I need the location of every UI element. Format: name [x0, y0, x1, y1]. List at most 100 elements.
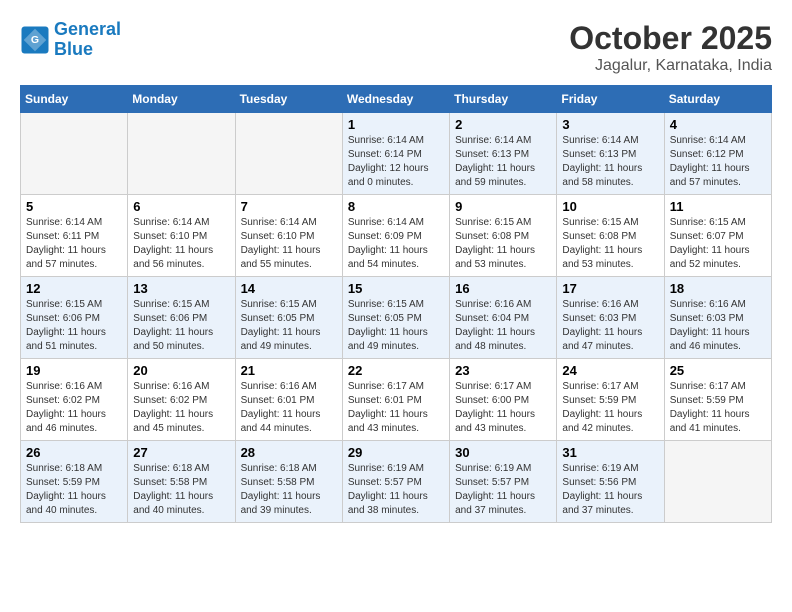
day-info: Sunrise: 6:14 AM Sunset: 6:09 PM Dayligh… — [348, 216, 444, 272]
calendar-cell: 23 Sunrise: 6:17 AM Sunset: 6:00 PM Dayli… — [450, 359, 557, 441]
calendar-cell: 30 Sunrise: 6:19 AM Sunset: 5:57 PM Dayli… — [450, 441, 557, 523]
day-number: 20 — [133, 363, 229, 378]
day-number: 29 — [348, 445, 444, 460]
calendar-week-row: 26 Sunrise: 6:18 AM Sunset: 5:59 PM Dayli… — [21, 441, 772, 523]
weekday-header: Monday — [128, 86, 235, 113]
day-info: Sunrise: 6:16 AM Sunset: 6:03 PM Dayligh… — [562, 298, 658, 354]
day-number: 12 — [26, 281, 122, 296]
day-number: 22 — [348, 363, 444, 378]
logo-text: General Blue — [54, 20, 121, 60]
day-number: 13 — [133, 281, 229, 296]
day-info: Sunrise: 6:16 AM Sunset: 6:02 PM Dayligh… — [26, 380, 122, 436]
day-info: Sunrise: 6:15 AM Sunset: 6:05 PM Dayligh… — [241, 298, 337, 354]
calendar-cell: 14 Sunrise: 6:15 AM Sunset: 6:05 PM Dayli… — [235, 277, 342, 359]
calendar-cell: 25Sunrise: 6:17 AM Sunset: 5:59 PM Dayli… — [664, 359, 771, 441]
month-title: October 2025 — [569, 20, 772, 57]
calendar-cell — [21, 113, 128, 195]
day-info: Sunrise: 6:15 AM Sunset: 6:08 PM Dayligh… — [562, 216, 658, 272]
day-number: 31 — [562, 445, 658, 460]
day-number: 5 — [26, 199, 122, 214]
calendar-cell: 5 Sunrise: 6:14 AM Sunset: 6:11 PM Daylig… — [21, 195, 128, 277]
day-info: Sunrise: 6:14 AM Sunset: 6:12 PM Dayligh… — [670, 134, 766, 190]
day-info: Sunrise: 6:18 AM Sunset: 5:58 PM Dayligh… — [133, 462, 229, 518]
day-info: Sunrise: 6:15 AM Sunset: 6:08 PM Dayligh… — [455, 216, 551, 272]
calendar-cell: 31Sunrise: 6:19 AM Sunset: 5:56 PM Dayli… — [557, 441, 664, 523]
day-info: Sunrise: 6:15 AM Sunset: 6:06 PM Dayligh… — [133, 298, 229, 354]
day-info: Sunrise: 6:16 AM Sunset: 6:02 PM Dayligh… — [133, 380, 229, 436]
day-info: Sunrise: 6:17 AM Sunset: 6:00 PM Dayligh… — [455, 380, 551, 436]
svg-text:G: G — [31, 34, 39, 46]
day-number: 10 — [562, 199, 658, 214]
day-info: Sunrise: 6:16 AM Sunset: 6:03 PM Dayligh… — [670, 298, 766, 354]
day-number: 30 — [455, 445, 551, 460]
calendar-week-row: 12 Sunrise: 6:15 AM Sunset: 6:06 PM Dayli… — [21, 277, 772, 359]
calendar-cell: 3 Sunrise: 6:14 AM Sunset: 6:13 PM Daylig… — [557, 113, 664, 195]
calendar-cell — [235, 113, 342, 195]
calendar-cell: 16 Sunrise: 6:16 AM Sunset: 6:04 PM Dayli… — [450, 277, 557, 359]
day-info: Sunrise: 6:15 AM Sunset: 6:07 PM Dayligh… — [670, 216, 766, 272]
day-number: 8 — [348, 199, 444, 214]
day-number: 3 — [562, 117, 658, 132]
calendar-cell: 9Sunrise: 6:15 AM Sunset: 6:08 PM Daylig… — [450, 195, 557, 277]
calendar-week-row: 5 Sunrise: 6:14 AM Sunset: 6:11 PM Daylig… — [21, 195, 772, 277]
day-number: 23 — [455, 363, 551, 378]
day-info: Sunrise: 6:17 AM Sunset: 5:59 PM Dayligh… — [670, 380, 766, 436]
day-number: 24 — [562, 363, 658, 378]
day-info: Sunrise: 6:14 AM Sunset: 6:11 PM Dayligh… — [26, 216, 122, 272]
calendar-week-row: 19 Sunrise: 6:16 AM Sunset: 6:02 PM Dayli… — [21, 359, 772, 441]
calendar-cell: 28 Sunrise: 6:18 AM Sunset: 5:58 PM Dayli… — [235, 441, 342, 523]
day-info: Sunrise: 6:19 AM Sunset: 5:57 PM Dayligh… — [455, 462, 551, 518]
day-info: Sunrise: 6:18 AM Sunset: 5:59 PM Dayligh… — [26, 462, 122, 518]
calendar-cell: 10 Sunrise: 6:15 AM Sunset: 6:08 PM Dayli… — [557, 195, 664, 277]
day-info: Sunrise: 6:14 AM Sunset: 6:10 PM Dayligh… — [133, 216, 229, 272]
day-number: 4 — [670, 117, 766, 132]
calendar-cell: 12 Sunrise: 6:15 AM Sunset: 6:06 PM Dayli… — [21, 277, 128, 359]
day-info: Sunrise: 6:14 AM Sunset: 6:13 PM Dayligh… — [562, 134, 658, 190]
day-info: Sunrise: 6:15 AM Sunset: 6:06 PM Dayligh… — [26, 298, 122, 354]
day-number: 16 — [455, 281, 551, 296]
day-info: Sunrise: 6:17 AM Sunset: 6:01 PM Dayligh… — [348, 380, 444, 436]
weekday-header: Sunday — [21, 86, 128, 113]
calendar-cell: 22 Sunrise: 6:17 AM Sunset: 6:01 PM Dayli… — [342, 359, 449, 441]
day-info: Sunrise: 6:14 AM Sunset: 6:14 PM Dayligh… — [348, 134, 444, 190]
calendar-cell: 4 Sunrise: 6:14 AM Sunset: 6:12 PM Daylig… — [664, 113, 771, 195]
calendar-cell: 20 Sunrise: 6:16 AM Sunset: 6:02 PM Dayli… — [128, 359, 235, 441]
calendar-cell: 27Sunrise: 6:18 AM Sunset: 5:58 PM Dayli… — [128, 441, 235, 523]
weekday-header: Wednesday — [342, 86, 449, 113]
day-number: 19 — [26, 363, 122, 378]
day-number: 21 — [241, 363, 337, 378]
day-number: 2 — [455, 117, 551, 132]
day-number: 6 — [133, 199, 229, 214]
calendar-cell: 21 Sunrise: 6:16 AM Sunset: 6:01 PM Dayli… — [235, 359, 342, 441]
weekday-header: Tuesday — [235, 86, 342, 113]
day-number: 14 — [241, 281, 337, 296]
day-number: 18 — [670, 281, 766, 296]
day-number: 7 — [241, 199, 337, 214]
calendar-cell: 26 Sunrise: 6:18 AM Sunset: 5:59 PM Dayli… — [21, 441, 128, 523]
calendar-cell: 17 Sunrise: 6:16 AM Sunset: 6:03 PM Dayli… — [557, 277, 664, 359]
day-info: Sunrise: 6:16 AM Sunset: 6:04 PM Dayligh… — [455, 298, 551, 354]
calendar-cell: 8 Sunrise: 6:14 AM Sunset: 6:09 PM Daylig… — [342, 195, 449, 277]
day-info: Sunrise: 6:14 AM Sunset: 6:13 PM Dayligh… — [455, 134, 551, 190]
calendar-cell: 18 Sunrise: 6:16 AM Sunset: 6:03 PM Dayli… — [664, 277, 771, 359]
day-info: Sunrise: 6:17 AM Sunset: 5:59 PM Dayligh… — [562, 380, 658, 436]
calendar-cell: 13 Sunrise: 6:15 AM Sunset: 6:06 PM Dayli… — [128, 277, 235, 359]
day-number: 15 — [348, 281, 444, 296]
day-number: 1 — [348, 117, 444, 132]
title-block: October 2025 Jagalur, Karnataka, India — [569, 20, 772, 75]
day-number: 17 — [562, 281, 658, 296]
calendar-cell: 24 Sunrise: 6:17 AM Sunset: 5:59 PM Dayli… — [557, 359, 664, 441]
weekday-header-row: SundayMondayTuesdayWednesdayThursdayFrid… — [21, 86, 772, 113]
calendar-cell: 6 Sunrise: 6:14 AM Sunset: 6:10 PM Daylig… — [128, 195, 235, 277]
day-number: 26 — [26, 445, 122, 460]
weekday-header: Saturday — [664, 86, 771, 113]
weekday-header: Thursday — [450, 86, 557, 113]
day-info: Sunrise: 6:18 AM Sunset: 5:58 PM Dayligh… — [241, 462, 337, 518]
day-info: Sunrise: 6:19 AM Sunset: 5:57 PM Dayligh… — [348, 462, 444, 518]
page-header: G General Blue October 2025 Jagalur, Kar… — [20, 20, 772, 75]
calendar-cell: 29 Sunrise: 6:19 AM Sunset: 5:57 PM Dayli… — [342, 441, 449, 523]
calendar-cell — [664, 441, 771, 523]
day-info: Sunrise: 6:16 AM Sunset: 6:01 PM Dayligh… — [241, 380, 337, 436]
logo: G General Blue — [20, 20, 121, 60]
day-number: 28 — [241, 445, 337, 460]
